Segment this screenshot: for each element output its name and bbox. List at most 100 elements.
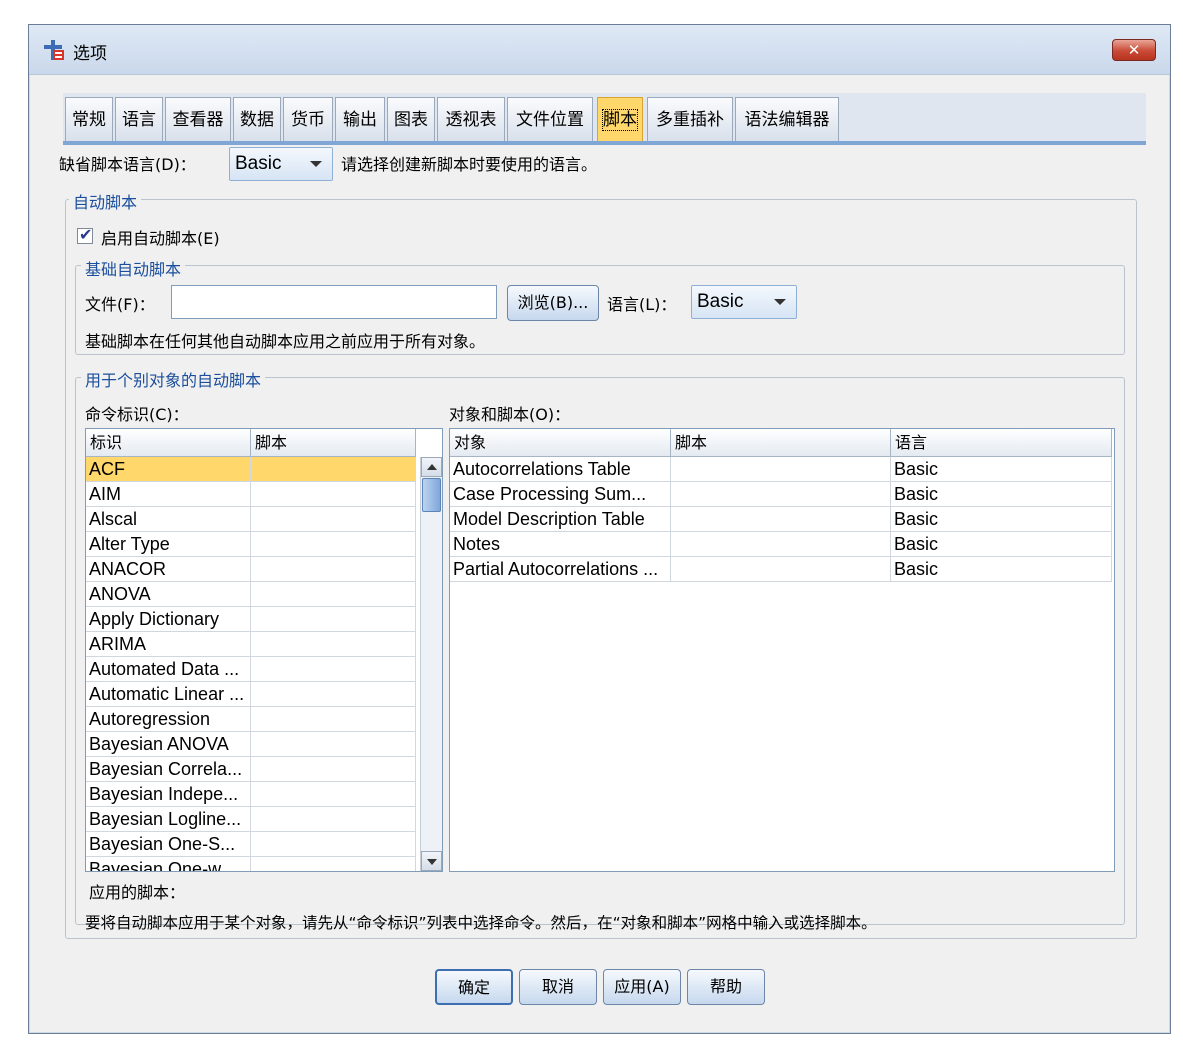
language-cell[interactable]: Basic bbox=[891, 457, 1112, 482]
command-identifiers-grid[interactable]: 标识 脚本 ACF AIM Alscal Alter Type ANACOR ANOVA A… bbox=[85, 428, 443, 872]
command-identifier-cell[interactable]: Bayesian Indepe... bbox=[86, 782, 251, 807]
table-row[interactable]: Automatic Linear ... bbox=[86, 682, 416, 707]
ok-button[interactable]: 确定 bbox=[435, 969, 513, 1005]
table-row[interactable]: Alter Type bbox=[86, 532, 416, 557]
close-button[interactable]: ✕ bbox=[1112, 39, 1156, 61]
tab-file-locations[interactable]: 文件位置 bbox=[507, 97, 593, 141]
command-identifier-cell[interactable]: ARIMA bbox=[86, 632, 251, 657]
table-row[interactable]: Notes Basic bbox=[450, 532, 1112, 557]
file-input[interactable] bbox=[171, 285, 497, 319]
table-row[interactable]: Bayesian Correla... bbox=[86, 757, 416, 782]
tab-syntax-editor[interactable]: 语法编辑器 bbox=[735, 97, 839, 141]
enable-autoscripts-checkbox[interactable] bbox=[77, 225, 93, 244]
base-language-select[interactable]: Basic bbox=[691, 285, 797, 319]
tab-pivot-tables[interactable]: 透视表 bbox=[437, 97, 505, 141]
object-cell[interactable]: Partial Autocorrelations ... bbox=[450, 557, 671, 582]
column-header-script[interactable]: 脚本 bbox=[251, 429, 416, 457]
script-cell[interactable] bbox=[671, 507, 891, 532]
command-script-cell[interactable] bbox=[251, 457, 416, 482]
command-script-cell[interactable] bbox=[251, 807, 416, 832]
table-row[interactable]: Autocorrelations Table Basic bbox=[450, 457, 1112, 482]
table-row[interactable]: Bayesian Indepe... bbox=[86, 782, 416, 807]
command-identifier-cell[interactable]: ANOVA bbox=[86, 582, 251, 607]
table-row[interactable]: Bayesian One-S... bbox=[86, 832, 416, 857]
objects-and-scripts-grid[interactable]: 对象 脚本 语言 Autocorrelations Table Basic Case… bbox=[449, 428, 1115, 872]
command-identifier-cell[interactable]: Automatic Linear ... bbox=[86, 682, 251, 707]
script-cell[interactable] bbox=[671, 482, 891, 507]
command-script-cell[interactable] bbox=[251, 757, 416, 782]
tab-viewer[interactable]: 查看器 bbox=[165, 97, 231, 141]
table-row[interactable]: Automated Data ... bbox=[86, 657, 416, 682]
object-cell[interactable]: Notes bbox=[450, 532, 671, 557]
browse-button[interactable]: 浏览(B)... bbox=[507, 285, 599, 321]
table-row[interactable]: ARIMA bbox=[86, 632, 416, 657]
command-identifier-cell[interactable]: ACF bbox=[86, 457, 251, 482]
table-row[interactable]: Bayesian One-w... bbox=[86, 857, 416, 871]
tab-currency[interactable]: 货币 bbox=[283, 97, 333, 141]
column-header-script[interactable]: 脚本 bbox=[671, 429, 891, 457]
tab-multiple-imputation[interactable]: 多重插补 bbox=[647, 97, 733, 141]
enable-autoscripts-label[interactable]: 启用自动脚本(E) bbox=[101, 225, 220, 249]
table-row[interactable]: ANOVA bbox=[86, 582, 416, 607]
command-script-cell[interactable] bbox=[251, 857, 416, 871]
command-identifier-cell[interactable]: Alscal bbox=[86, 507, 251, 532]
object-cell[interactable]: Model Description Table bbox=[450, 507, 671, 532]
table-row[interactable]: AIM bbox=[86, 482, 416, 507]
object-cell[interactable]: Case Processing Sum... bbox=[450, 482, 671, 507]
scrollbar-thumb[interactable] bbox=[422, 478, 441, 512]
tab-scripts[interactable]: 脚本 bbox=[597, 97, 643, 141]
table-row[interactable]: Bayesian ANOVA bbox=[86, 732, 416, 757]
table-row[interactable]: Partial Autocorrelations ... Basic bbox=[450, 557, 1112, 582]
command-identifier-cell[interactable]: Alter Type bbox=[86, 532, 251, 557]
cancel-button[interactable]: 取消 bbox=[519, 969, 597, 1005]
scroll-up-button[interactable] bbox=[421, 457, 442, 477]
command-script-cell[interactable] bbox=[251, 582, 416, 607]
script-cell[interactable] bbox=[671, 532, 891, 557]
table-row[interactable]: Case Processing Sum... Basic bbox=[450, 482, 1112, 507]
title-bar[interactable]: 选项 ✕ bbox=[29, 25, 1170, 75]
column-header-language[interactable]: 语言 bbox=[891, 429, 1112, 457]
command-script-cell[interactable] bbox=[251, 632, 416, 657]
table-row[interactable]: Apply Dictionary bbox=[86, 607, 416, 632]
command-script-cell[interactable] bbox=[251, 482, 416, 507]
scroll-down-button[interactable] bbox=[421, 851, 442, 871]
table-row[interactable]: ANACOR bbox=[86, 557, 416, 582]
command-identifier-cell[interactable]: Bayesian Logline... bbox=[86, 807, 251, 832]
command-identifier-cell[interactable]: Automated Data ... bbox=[86, 657, 251, 682]
language-cell[interactable]: Basic bbox=[891, 557, 1112, 582]
command-identifier-cell[interactable]: Apply Dictionary bbox=[86, 607, 251, 632]
tab-output[interactable]: 输出 bbox=[335, 97, 385, 141]
command-script-cell[interactable] bbox=[251, 707, 416, 732]
language-cell[interactable]: Basic bbox=[891, 507, 1112, 532]
script-cell[interactable] bbox=[671, 557, 891, 582]
default-script-language-select[interactable]: Basic bbox=[229, 147, 333, 181]
command-identifier-cell[interactable]: Bayesian Correla... bbox=[86, 757, 251, 782]
command-script-cell[interactable] bbox=[251, 682, 416, 707]
column-header-identifier[interactable]: 标识 bbox=[86, 429, 251, 457]
command-identifier-cell[interactable]: Bayesian One-S... bbox=[86, 832, 251, 857]
apply-button[interactable]: 应用(A) bbox=[603, 969, 681, 1005]
tab-general[interactable]: 常规 bbox=[65, 97, 113, 141]
command-identifier-cell[interactable]: Autoregression bbox=[86, 707, 251, 732]
command-script-cell[interactable] bbox=[251, 657, 416, 682]
command-identifier-cell[interactable]: AIM bbox=[86, 482, 251, 507]
command-script-cell[interactable] bbox=[251, 832, 416, 857]
command-identifier-cell[interactable]: ANACOR bbox=[86, 557, 251, 582]
script-cell[interactable] bbox=[671, 457, 891, 482]
language-cell[interactable]: Basic bbox=[891, 482, 1112, 507]
table-row[interactable]: ACF bbox=[86, 457, 416, 482]
command-script-cell[interactable] bbox=[251, 532, 416, 557]
language-cell[interactable]: Basic bbox=[891, 532, 1112, 557]
command-script-cell[interactable] bbox=[251, 507, 416, 532]
table-row[interactable]: Bayesian Logline... bbox=[86, 807, 416, 832]
table-row[interactable]: Model Description Table Basic bbox=[450, 507, 1112, 532]
tab-language[interactable]: 语言 bbox=[115, 97, 163, 141]
tab-charts[interactable]: 图表 bbox=[387, 97, 435, 141]
command-identifier-cell[interactable]: Bayesian One-w... bbox=[86, 857, 251, 871]
help-button[interactable]: 帮助 bbox=[687, 969, 765, 1005]
command-grid-scrollbar[interactable] bbox=[420, 457, 442, 871]
command-script-cell[interactable] bbox=[251, 607, 416, 632]
column-header-object[interactable]: 对象 bbox=[450, 429, 671, 457]
command-script-cell[interactable] bbox=[251, 782, 416, 807]
object-cell[interactable]: Autocorrelations Table bbox=[450, 457, 671, 482]
